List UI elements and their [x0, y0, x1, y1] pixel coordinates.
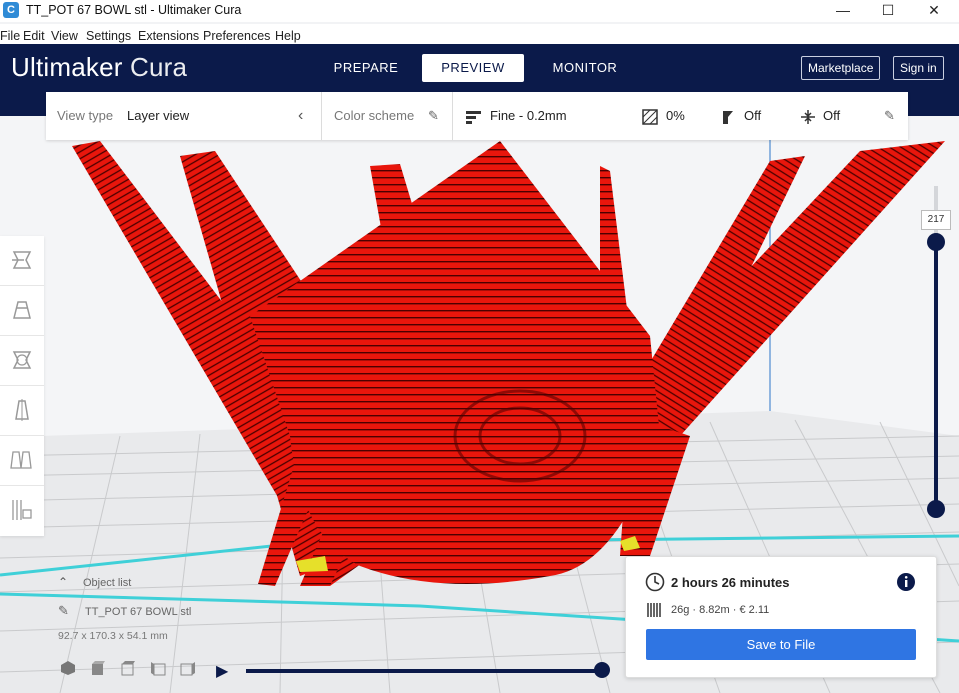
- left-view-icon[interactable]: [150, 660, 166, 676]
- layer-slider-upper-handle[interactable]: [927, 233, 945, 251]
- object-dimensions: 92.7 x 170.3 x 54.1 mm: [58, 630, 168, 642]
- chevron-up-icon[interactable]: ⌃: [58, 575, 68, 589]
- menu-bar: File Edit View Settings Extensions Prefe…: [0, 24, 959, 44]
- edit-settings-icon[interactable]: ✎: [884, 92, 895, 140]
- divider: [452, 92, 453, 140]
- logo-light-text: Cura: [130, 52, 188, 82]
- object-list-header[interactable]: Object list: [83, 577, 131, 589]
- play-icon[interactable]: ▶: [216, 661, 228, 681]
- material-usage: 26g · 8.82m · € 2.11: [671, 604, 770, 616]
- per-model-settings-button[interactable]: [0, 436, 44, 486]
- mirror-tool-button[interactable]: [0, 386, 44, 436]
- layer-number-field[interactable]: 217: [921, 210, 951, 230]
- object-name[interactable]: TT_POT 67 BOWL stl: [85, 606, 191, 618]
- view-type-label: View type: [57, 108, 114, 123]
- save-to-file-button[interactable]: Save to File: [646, 629, 916, 660]
- print-time: 2 hours 26 minutes: [671, 575, 790, 590]
- support-blocker-icon: [12, 500, 32, 520]
- window-title: TT_POT 67 BOWL stl - Ultimaker Cura: [26, 3, 242, 17]
- 3d-view-icon[interactable]: [60, 660, 76, 676]
- minimize-button[interactable]: —: [820, 0, 866, 22]
- layer-slider-lower-handle[interactable]: [927, 500, 945, 518]
- print-information-panel: 2 hours 26 minutes 26g · 8.82m · € 2.11 …: [625, 556, 937, 678]
- menu-settings[interactable]: Settings: [86, 26, 131, 46]
- filament-icon: [647, 603, 661, 617]
- right-view-icon[interactable]: [180, 660, 196, 676]
- support-blocker-button[interactable]: [0, 486, 44, 535]
- per-model-settings-icon: [10, 451, 32, 469]
- menu-help[interactable]: Help: [275, 26, 301, 46]
- pencil-icon[interactable]: ✎: [428, 92, 439, 140]
- window-titlebar: C TT_POT 67 BOWL stl - Ultimaker Cura — …: [0, 0, 959, 22]
- view-type-dropdown[interactable]: Layer view: [127, 92, 189, 140]
- tab-prepare[interactable]: PREPARE: [323, 54, 409, 82]
- close-button[interactable]: ✕: [911, 0, 957, 22]
- infill-value[interactable]: 0%: [666, 92, 685, 140]
- menu-view[interactable]: View: [51, 26, 78, 46]
- tab-preview[interactable]: PREVIEW: [422, 54, 524, 82]
- support-icon: [720, 92, 736, 140]
- maximize-button[interactable]: ☐: [865, 0, 911, 22]
- layer-slider-range[interactable]: [934, 242, 938, 510]
- menu-preferences[interactable]: Preferences: [203, 26, 270, 46]
- adhesion-value[interactable]: Off: [823, 92, 840, 140]
- menu-extensions[interactable]: Extensions: [138, 26, 199, 46]
- support-value[interactable]: Off: [744, 92, 761, 140]
- menu-edit[interactable]: Edit: [23, 26, 45, 46]
- info-icon[interactable]: [896, 572, 916, 592]
- scale-tool-button[interactable]: [0, 286, 44, 336]
- ultimaker-cura-logo: Ultimaker Cura: [11, 52, 187, 83]
- front-view-icon[interactable]: [90, 660, 106, 676]
- clock-icon: [645, 572, 665, 592]
- chevron-left-icon[interactable]: ‹: [298, 92, 303, 140]
- logo-bold-text: Ultimaker: [11, 52, 123, 82]
- infill-icon: [642, 92, 658, 140]
- marketplace-button[interactable]: Marketplace: [801, 56, 881, 80]
- cura-app-icon: C: [3, 2, 19, 18]
- rotate-icon: [12, 351, 32, 369]
- tab-monitor[interactable]: MONITOR: [539, 54, 631, 82]
- top-view-icon[interactable]: [120, 660, 136, 676]
- rotate-tool-button[interactable]: [0, 336, 44, 386]
- color-scheme-label[interactable]: Color scheme: [334, 92, 414, 140]
- menu-file[interactable]: File: [0, 26, 20, 46]
- move-icon: [12, 251, 32, 269]
- view-options-toolbar: View type Layer view ‹ Color scheme ✎ Fi…: [46, 92, 908, 140]
- print-profile-icon: [466, 92, 482, 140]
- divider: [321, 92, 322, 140]
- adhesion-icon: [800, 92, 816, 140]
- print-profile-selector[interactable]: Fine - 0.2mm: [490, 92, 567, 140]
- path-slider-handle[interactable]: [594, 662, 610, 678]
- sign-in-button[interactable]: Sign in: [893, 56, 944, 80]
- scale-icon: [13, 301, 31, 319]
- move-tool-button[interactable]: [0, 236, 44, 286]
- pencil-icon[interactable]: ✎: [58, 603, 69, 619]
- transform-tools-panel: [0, 236, 44, 536]
- mirror-icon: [15, 399, 29, 421]
- path-slider-track[interactable]: [246, 669, 602, 673]
